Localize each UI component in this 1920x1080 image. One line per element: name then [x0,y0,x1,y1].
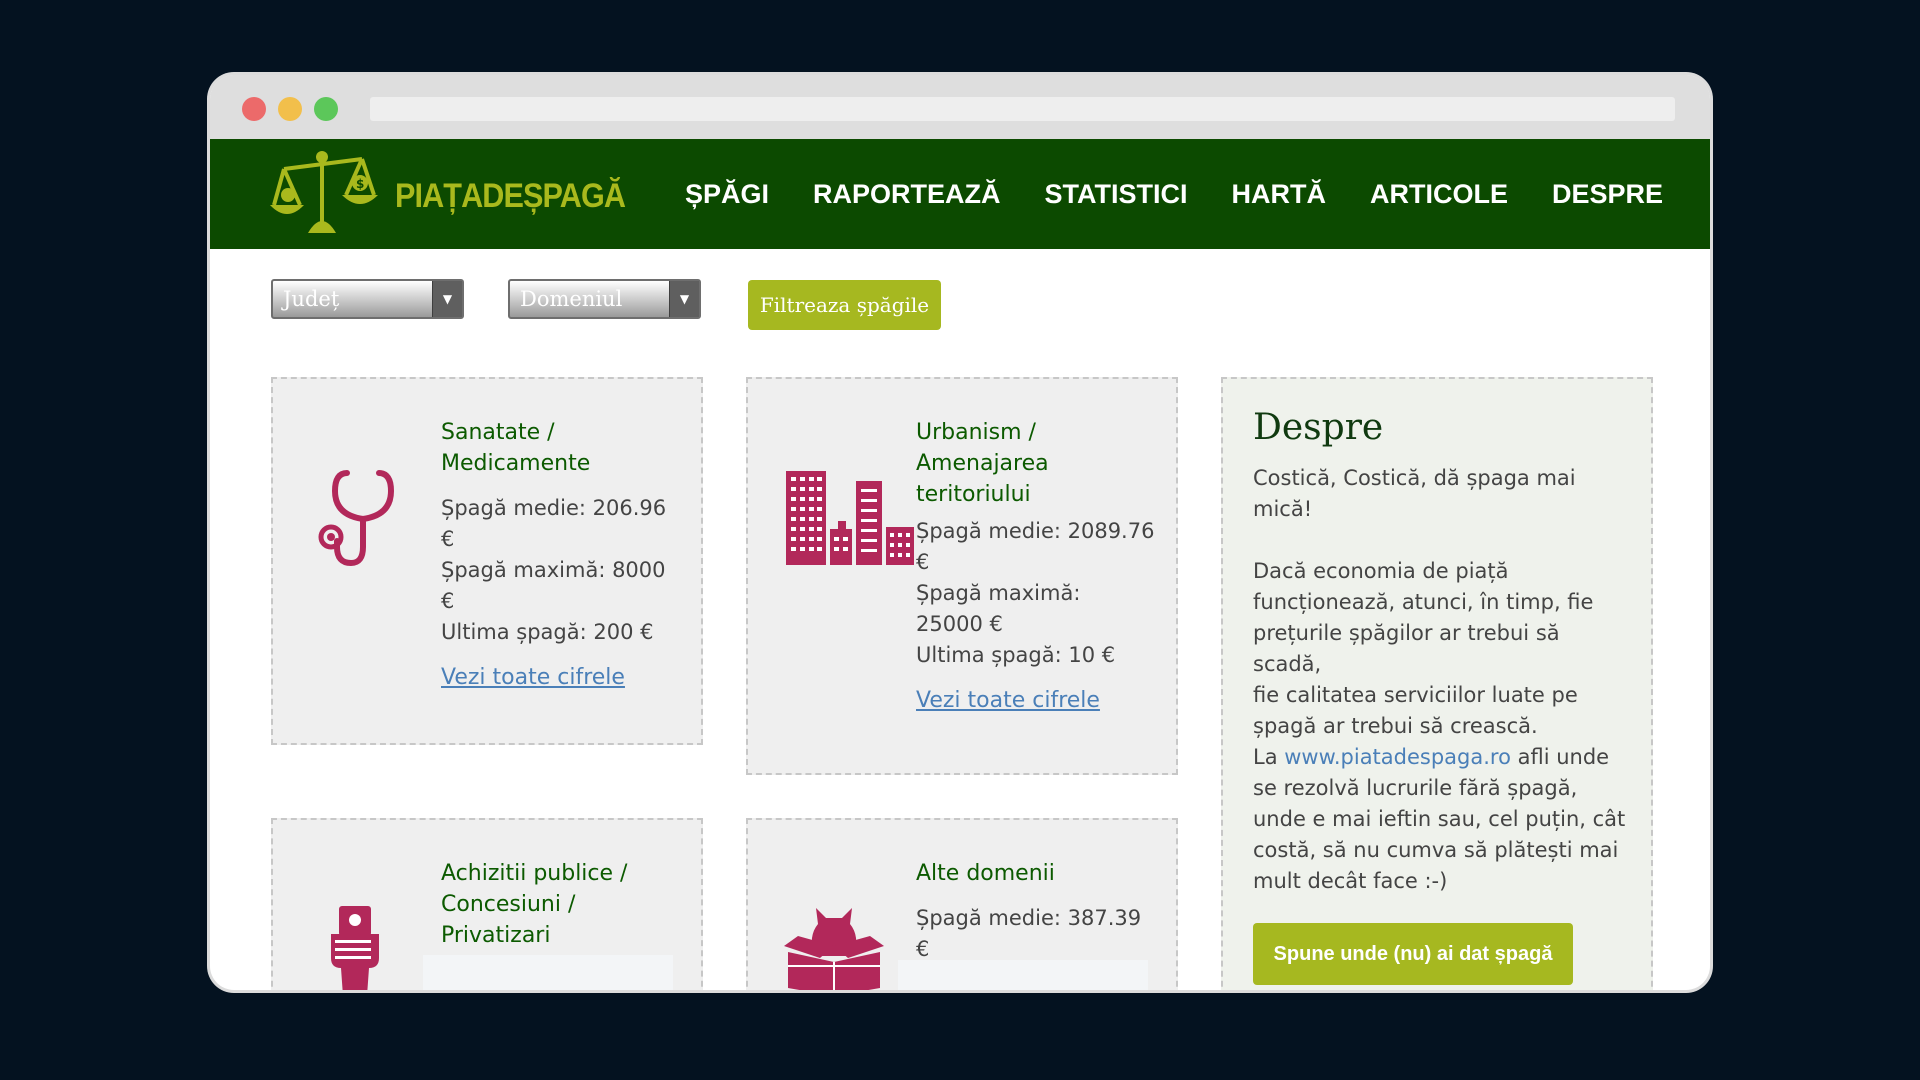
link-prefix: La [1253,745,1285,769]
currency: € [441,589,455,613]
loading-placeholder [898,960,1148,990]
report-bribe-button[interactable]: Spune unde (nu) ai dat șpagă [1253,923,1573,985]
average-bribe: Șpagă medie: 387.39 [916,906,1142,930]
card-title[interactable]: Privatizari [441,920,681,951]
about-paragraph: Dacă economia de piață funcționează, atu… [1253,556,1633,742]
nav-item-articole[interactable]: ARTICOLE [1370,179,1508,210]
card-title[interactable]: Sanatate / [441,417,681,448]
buildings-icon [786,471,914,565]
card-text: Alte domenii Șpagă medie: 387.39 € [916,858,1156,965]
nav-item-despre[interactable]: DESPRE [1552,179,1663,210]
closing-line: mult decât face :-) [1253,869,1448,893]
about-panel: Despre Costică, Costică, dă șpaga mai mi… [1221,377,1653,990]
card-title[interactable]: Amenajarea [916,448,1156,479]
card-title[interactable]: teritoriului [916,479,1156,510]
main-nav: ȘPĂGI RAPORTEAZĂ STATISTICI HARTĂ ARTICO… [685,139,1707,249]
close-window-button[interactable] [242,97,266,121]
tagline-line: mică! [1253,497,1313,521]
paragraph-line: Dacă economia de piață [1253,559,1509,583]
closing-first-line: La www.piatadespaga.ro afli unde [1253,742,1633,773]
max-bribe: Șpagă maximă: [916,581,1081,605]
max-bribe: Șpagă maximă: 8000 [441,558,666,582]
money-hand-icon [331,906,379,990]
loading-placeholder [423,955,673,990]
filter-button[interactable]: Filtreaza șpăgile [748,280,941,330]
nav-item-spagi[interactable]: ȘPĂGI [685,179,769,210]
about-tagline: Costică, Costică, dă șpaga mai mică! [1253,463,1633,525]
average-bribe: Șpagă medie: 2089.76 [916,519,1155,543]
card-title[interactable]: Concesiuni / [441,889,681,920]
site-link[interactable]: www.piatadespaga.ro [1284,745,1511,769]
about-heading: Despre [1253,407,1384,448]
address-bar[interactable] [370,97,1675,121]
scales-icon: $ [270,151,378,233]
card-text: Achizitii publice / Concesiuni / Privati… [441,858,681,951]
last-bribe: Ultima șpagă: 200 € [441,620,654,644]
average-bribe: Șpagă medie: 206.96 [441,496,667,520]
county-select-label: Județ [283,287,340,311]
card-title[interactable]: Achizitii publice / [441,858,681,889]
card-title[interactable]: Alte domenii [916,858,1156,889]
domain-select[interactable]: Domeniul ▼ [508,279,701,319]
see-all-figures-link[interactable]: Vezi toate cifrele [441,662,625,693]
county-select[interactable]: Județ ▼ [271,279,464,319]
category-card-achizitii: Achizitii publice / Concesiuni / Privati… [271,818,703,990]
nav-item-harta[interactable]: HARTĂ [1232,179,1327,210]
last-bribe: Ultima șpagă: 10 € [916,643,1116,667]
logo-text: PIAȚADEȘPAGĂ [395,177,626,215]
currency: € [441,527,455,551]
browser-titlebar [210,75,1710,139]
card-title[interactable]: Medicamente [441,448,681,479]
link-suffix: afli unde [1510,745,1610,769]
card-title[interactable]: Urbanism / [916,417,1156,448]
chevron-down-icon: ▼ [432,281,462,317]
paragraph-line: fie calitatea serviciilor luate pe [1253,683,1578,707]
currency: € [916,550,930,574]
svg-text:$: $ [356,177,364,191]
chevron-down-icon: ▼ [669,281,699,317]
see-all-figures-link[interactable]: Vezi toate cifrele [916,685,1100,716]
stethoscope-icon [318,470,395,567]
nav-item-statistici[interactable]: STATISTICI [1045,179,1188,210]
closing-line: costă, să nu cumva să plătești mai [1253,838,1619,862]
paragraph-line: prețurile șpăgilor ar trebui să scadă, [1253,621,1560,676]
category-card-alte-domenii: Alte domenii Șpagă medie: 387.39 € [746,818,1178,990]
domain-select-label: Domeniul [520,287,623,311]
page-content: Județ ▼ Domeniul ▼ Filtreaza șpăgile San… [210,249,1710,990]
site-logo[interactable]: $ PIAȚADEȘPAGĂ [270,147,626,243]
browser-window: $ PIAȚADEȘPAGĂ ȘPĂGI RAPORTEAZĂ STATISTI… [210,75,1710,990]
about-closing: La www.piatadespaga.ro afli unde se rezo… [1253,742,1633,897]
category-card-urbanism: Urbanism / Amenajarea teritoriului Șpagă… [746,377,1178,775]
closing-line: unde e mai ieftin sau, cel puțin, cât [1253,807,1626,831]
site-header: $ PIAȚADEȘPAGĂ ȘPĂGI RAPORTEAZĂ STATISTI… [210,139,1710,249]
card-text: Urbanism / Amenajarea teritoriului Șpagă… [916,417,1156,716]
maximize-window-button[interactable] [314,97,338,121]
nav-item-raporteaza[interactable]: RAPORTEAZĂ [813,179,1001,210]
card-text: Sanatate / Medicamente Șpagă medie: 206.… [441,417,681,693]
category-card-sanatate: Sanatate / Medicamente Șpagă medie: 206.… [271,377,703,745]
cat-box-icon [784,908,884,990]
paragraph-line: șpagă ar trebui să crească. [1253,714,1538,738]
max-bribe-value: 25000 € [916,612,1003,636]
tagline-line: Costică, Costică, dă șpaga mai [1253,466,1576,490]
closing-line: se rezolvă lucrurile fără șpagă, [1253,776,1578,800]
minimize-window-button[interactable] [278,97,302,121]
paragraph-line: funcționează, atunci, în timp, fie [1253,590,1594,614]
